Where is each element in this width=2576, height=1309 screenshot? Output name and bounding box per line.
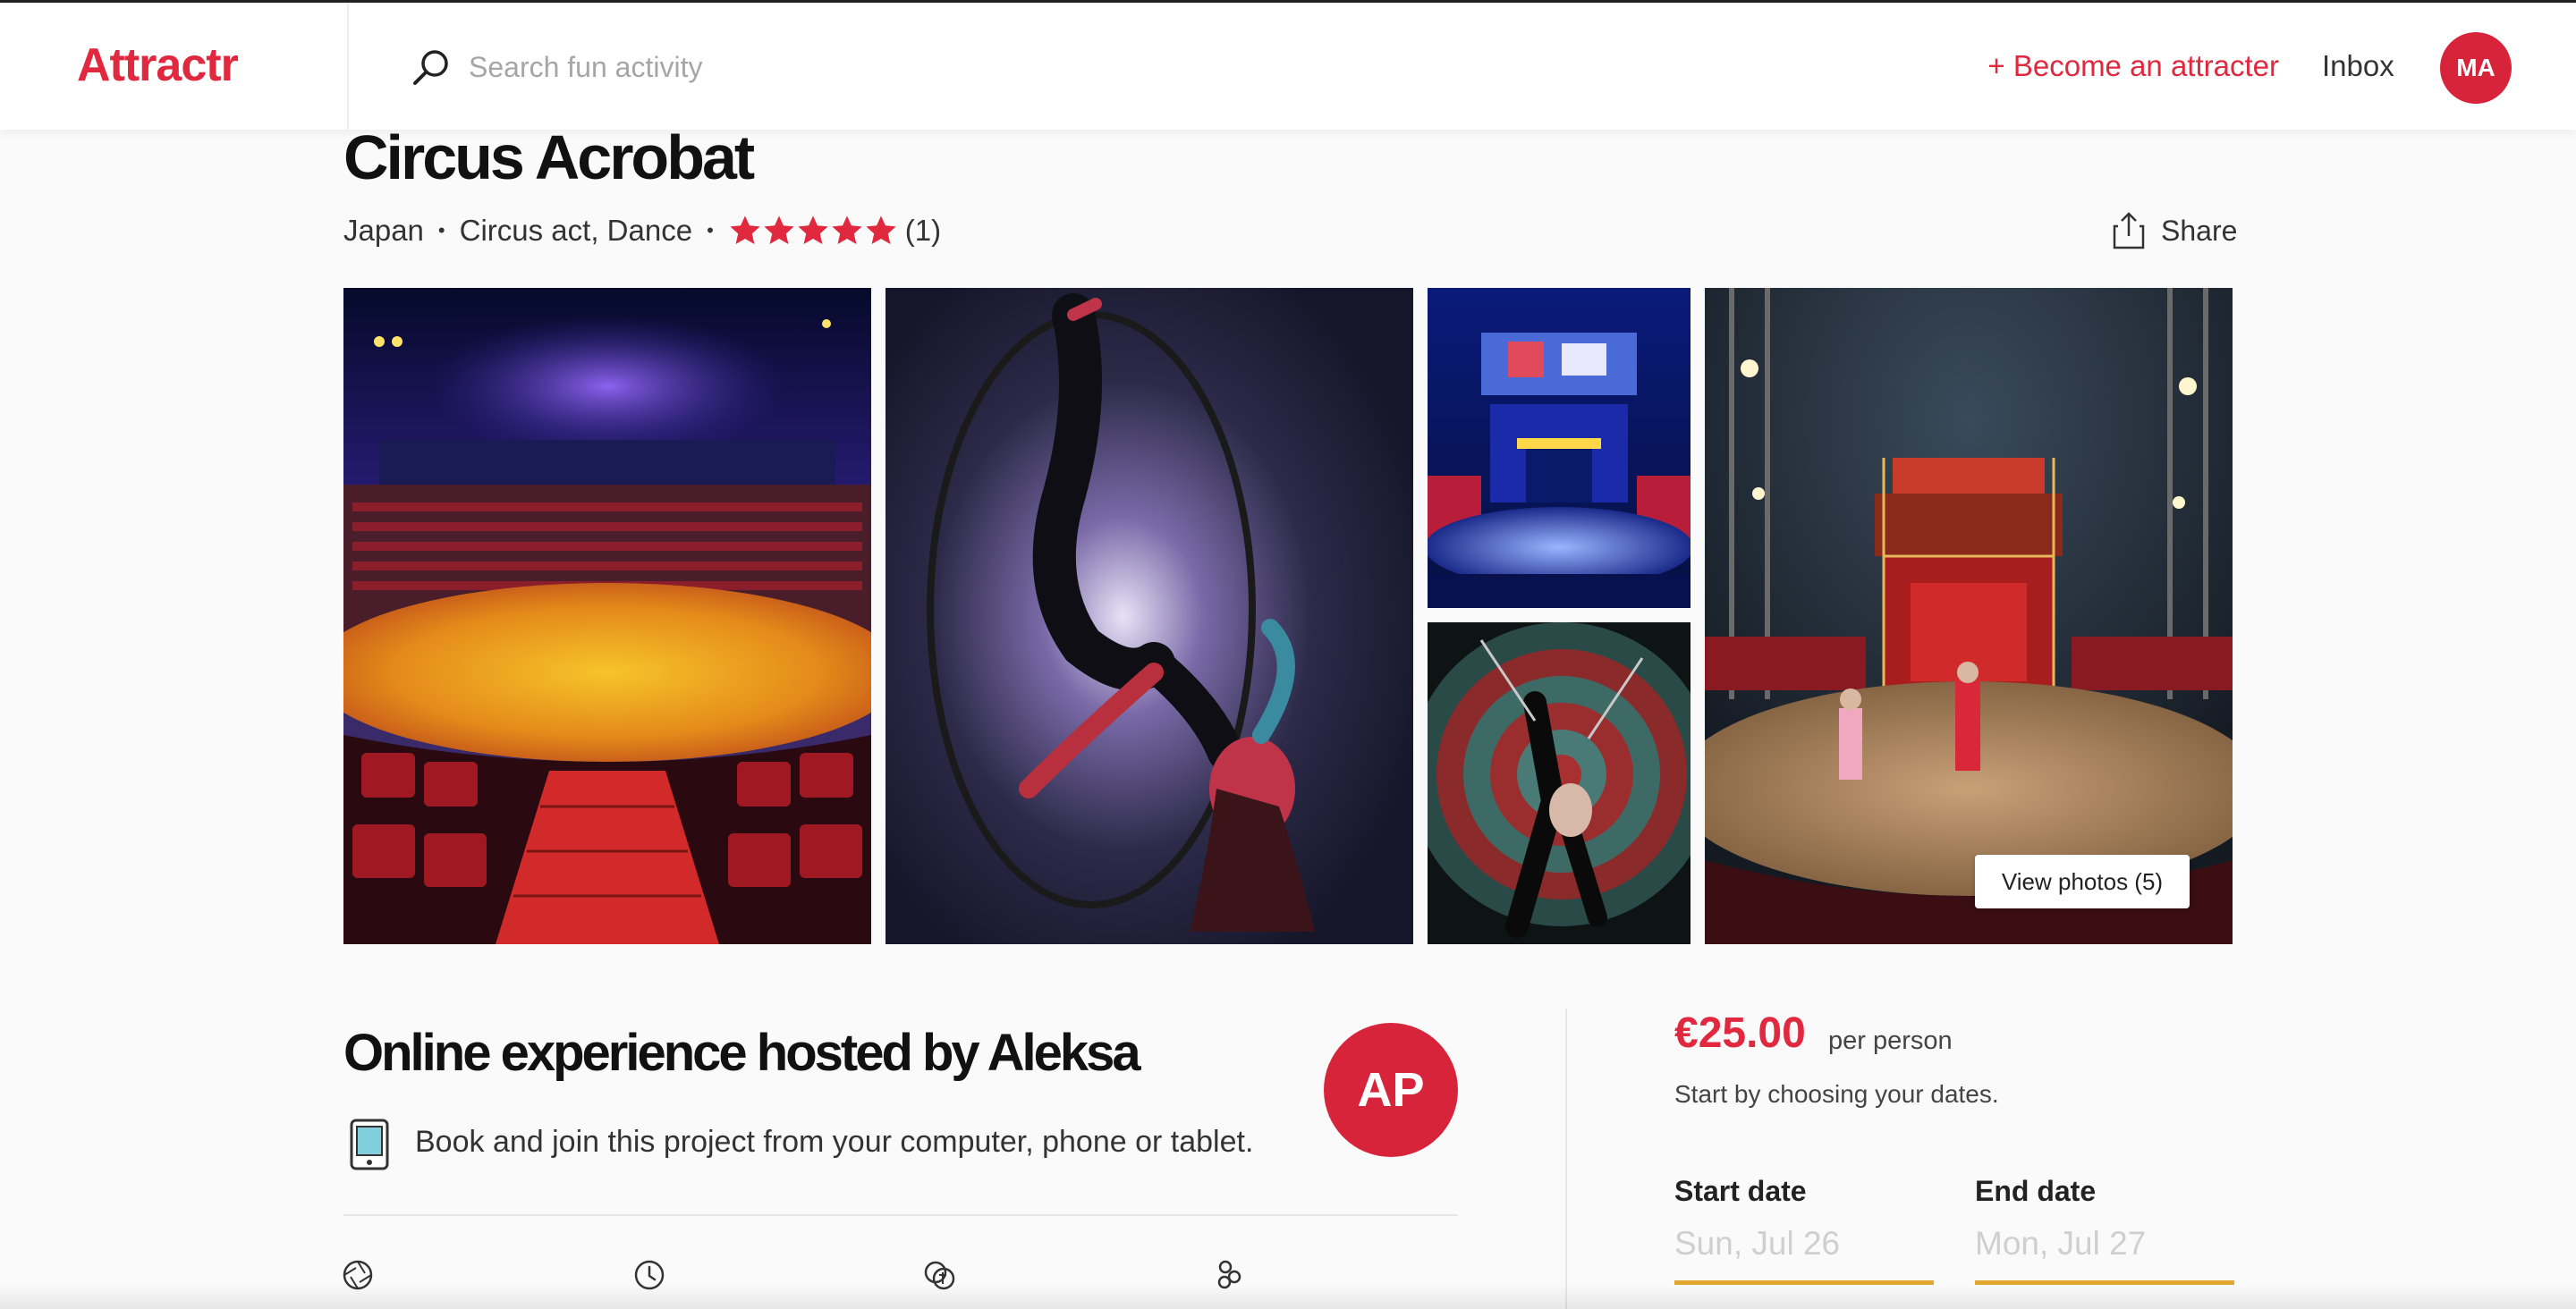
end-date-field[interactable]: Mon, Jul 27 bbox=[1975, 1225, 2146, 1263]
categories-label: Circus act, Dance bbox=[459, 214, 693, 247]
star-icon bbox=[832, 215, 862, 245]
inbox-link[interactable]: Inbox bbox=[2322, 49, 2394, 83]
separator-dot: • bbox=[707, 219, 714, 241]
target-image bbox=[1428, 622, 1690, 944]
location-label: Japan bbox=[343, 214, 424, 247]
top-navigation-bar: Attractr + Become an attracter Inbox MA bbox=[0, 3, 2576, 130]
bottom-shadow bbox=[0, 1284, 2576, 1309]
start-date-label: Start date bbox=[1674, 1175, 1807, 1207]
arena-image bbox=[343, 288, 871, 944]
column-divider bbox=[1565, 1009, 1567, 1309]
host-title: Online experience hosted by Aleksa bbox=[343, 1024, 1141, 1082]
end-date-underline bbox=[1975, 1280, 2234, 1285]
date-hint: Start by choosing your dates. bbox=[1674, 1080, 1999, 1108]
experience-title: Circus Acrobat bbox=[343, 122, 755, 192]
language-icon bbox=[924, 1261, 955, 1290]
star-icon bbox=[764, 215, 794, 245]
brand-logo[interactable]: Attractr bbox=[77, 38, 239, 92]
search-input[interactable] bbox=[469, 40, 1095, 94]
star-icon bbox=[866, 215, 896, 245]
aperture-icon bbox=[343, 1260, 373, 1290]
end-date-label: End date bbox=[1975, 1175, 2097, 1207]
header-divider bbox=[347, 3, 349, 130]
start-date-field[interactable]: Sun, Jul 26 bbox=[1674, 1225, 1840, 1263]
acrobat-image bbox=[886, 288, 1413, 944]
star-icon bbox=[730, 215, 760, 245]
photo-aerial-hoop[interactable] bbox=[886, 288, 1413, 944]
price-unit: per person bbox=[1828, 1026, 1953, 1055]
share-icon bbox=[2113, 212, 2145, 249]
search-icon bbox=[413, 50, 448, 85]
section-divider bbox=[343, 1214, 1458, 1216]
separator-dot: • bbox=[437, 219, 445, 241]
online-description: Book and join this project from your com… bbox=[415, 1125, 1254, 1159]
rating-stars bbox=[728, 214, 898, 248]
review-count[interactable]: (1) bbox=[905, 214, 941, 248]
photo-circus-ring[interactable] bbox=[1705, 288, 2233, 944]
photo-stage[interactable] bbox=[1428, 288, 1690, 608]
ring-image bbox=[1705, 288, 2233, 944]
stage-image bbox=[1428, 288, 1690, 608]
clock-icon bbox=[634, 1260, 665, 1290]
price-value: €25.00 bbox=[1674, 1009, 1806, 1057]
group-icon bbox=[1217, 1260, 1241, 1289]
start-date-underline bbox=[1674, 1280, 1934, 1285]
host-avatar[interactable]: AP bbox=[1324, 1023, 1458, 1157]
star-icon bbox=[798, 215, 828, 245]
share-label: Share bbox=[2161, 214, 2238, 247]
photo-target-performer[interactable] bbox=[1428, 622, 1690, 944]
share-button[interactable]: Share bbox=[2113, 209, 2237, 252]
view-photos-button[interactable]: View photos (5) bbox=[1975, 855, 2190, 908]
user-avatar[interactable]: MA bbox=[2440, 32, 2512, 104]
experience-meta: Japan • Circus act, Dance • (1) bbox=[343, 209, 941, 252]
tablet-icon bbox=[350, 1119, 389, 1170]
photo-arena[interactable] bbox=[343, 288, 871, 944]
become-attracter-link[interactable]: + Become an attracter bbox=[1987, 49, 2279, 83]
